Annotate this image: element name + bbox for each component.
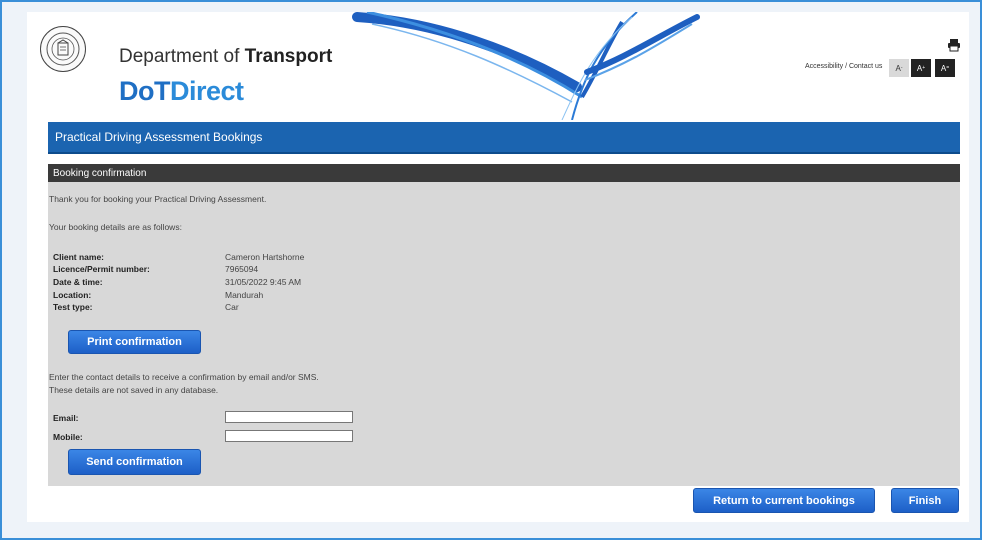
test-type-value: Car	[225, 302, 239, 312]
licence-number-label: Licence/Permit number:	[53, 264, 150, 274]
government-crest-logo	[40, 26, 86, 72]
font-size-large-button[interactable]: A +	[911, 59, 931, 77]
browser-frame: Department of Transport DoTDirect Access…	[0, 0, 982, 540]
mobile-label: Mobile:	[53, 432, 83, 442]
site-header: Department of Transport DoTDirect Access…	[27, 12, 969, 120]
send-confirmation-button[interactable]: Send confirmation	[68, 449, 201, 475]
date-time-label: Date & time:	[53, 277, 103, 287]
email-label: Email:	[53, 413, 79, 423]
page: Department of Transport DoTDirect Access…	[27, 12, 969, 522]
print-confirmation-button[interactable]: Print confirmation	[68, 330, 201, 354]
client-name-value: Cameron Hartshorne	[225, 252, 305, 262]
accessibility-contact-link[interactable]: Accessibility / Contact us	[805, 63, 882, 70]
department-prefix: Department of	[119, 46, 245, 67]
contact-intro-text-2: These details are not saved in any datab…	[49, 385, 219, 395]
dot-direct-logo[interactable]: DoTDirect	[119, 76, 244, 107]
location-label: Location:	[53, 290, 92, 300]
brand-dot: DoT	[119, 76, 170, 106]
page-title: Practical Driving Assessment Bookings	[48, 122, 960, 154]
department-name: Department of Transport	[119, 46, 332, 68]
date-time-value: 31/05/2022 9:45 AM	[225, 277, 302, 287]
department-bold: Transport	[244, 46, 333, 67]
contact-intro-text-1: Enter the contact details to receive a c…	[49, 372, 319, 382]
decorative-swoosh-graphic	[352, 12, 700, 120]
email-input[interactable]	[225, 411, 353, 423]
finish-button[interactable]: Finish	[891, 488, 959, 513]
section-header: Booking confirmation	[48, 164, 960, 182]
licence-number-value: 7965094	[225, 264, 259, 274]
booking-confirmation-panel: Booking confirmation Thank you for booki…	[48, 164, 960, 486]
return-to-current-bookings-button[interactable]: Return to current bookings	[693, 488, 875, 513]
client-name-label: Client name:	[53, 252, 105, 262]
mobile-input[interactable]	[225, 430, 353, 442]
printer-icon[interactable]	[947, 38, 961, 52]
thank-you-text: Thank you for booking your Practical Dri…	[49, 194, 267, 204]
details-intro-text: Your booking details are as follows:	[49, 222, 182, 232]
font-size-reset-button[interactable]: A =	[935, 59, 955, 77]
font-size-small-button[interactable]: A-	[889, 59, 909, 77]
brand-direct: Direct	[169, 76, 244, 106]
location-value: Mandurah	[225, 290, 264, 300]
test-type-label: Test type:	[53, 302, 93, 312]
